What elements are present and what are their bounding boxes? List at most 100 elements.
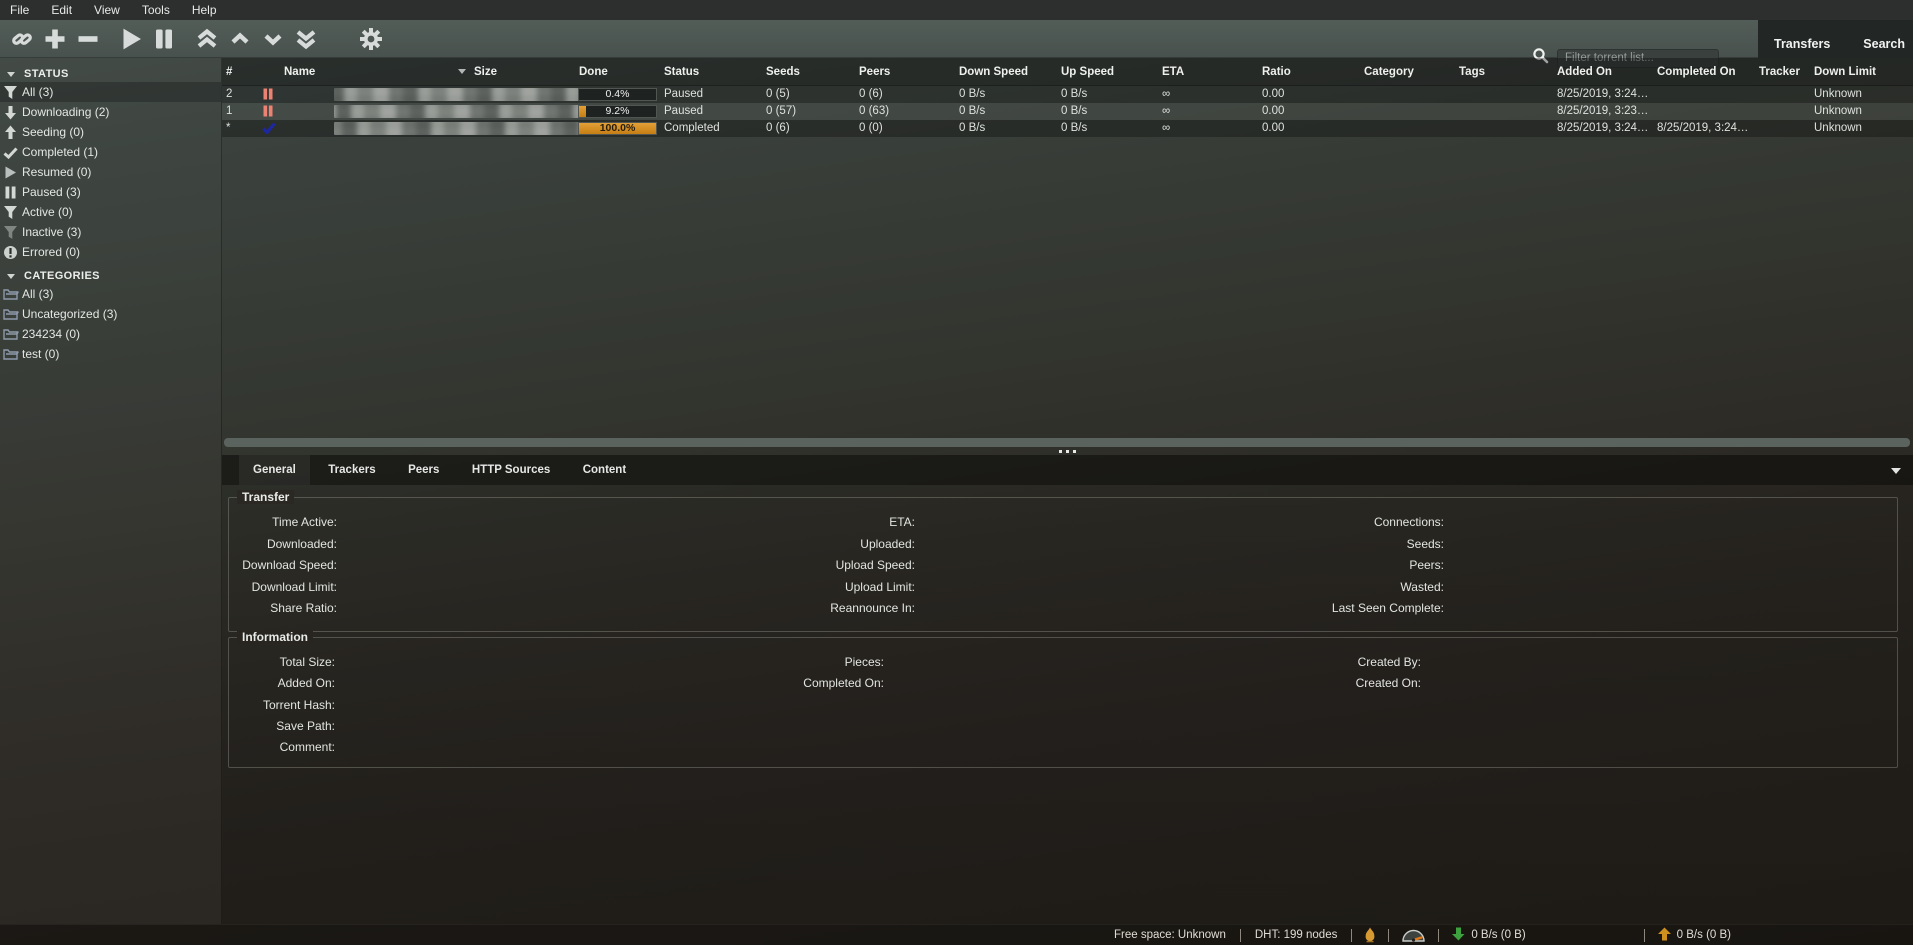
increase-priority-button[interactable] [226, 26, 253, 52]
paused-icon [262, 88, 274, 103]
sort-descending-icon [458, 69, 466, 74]
tab-transfers[interactable]: Transfers [1774, 37, 1830, 51]
col-done[interactable]: Done [575, 58, 660, 85]
progress-bar: 0.4% [578, 88, 657, 101]
resumed-play-icon [3, 165, 18, 180]
col-down-speed[interactable]: Down Speed [955, 58, 1057, 85]
col-name[interactable]: Name [280, 58, 470, 85]
transfer-labels-col1: Time Active: Downloaded: Download Speed:… [242, 512, 337, 620]
col-down-limit[interactable]: Down Limit [1810, 58, 1913, 85]
col-category[interactable]: Category [1360, 58, 1455, 85]
information-labels-col2: Pieces: Completed On: [803, 652, 884, 695]
tab-peers[interactable]: Peers [394, 455, 453, 485]
global-upload-speed[interactable]: 0 B/s (0 B) [1658, 927, 1731, 944]
add-torrent-button[interactable] [41, 26, 68, 52]
col-eta[interactable]: ETA [1158, 58, 1258, 85]
col-tags[interactable]: Tags [1455, 58, 1553, 85]
panel-collapse-chevron-icon[interactable] [1891, 468, 1901, 474]
divider [1388, 929, 1389, 942]
menu-edit[interactable]: Edit [40, 3, 83, 17]
sidebar: STATUS All (3) Downloading (2) Seeding (… [0, 58, 222, 924]
top-priority-button[interactable] [193, 26, 220, 52]
sidebar-filter-completed[interactable]: Completed (1) [0, 142, 221, 162]
folder-icon [3, 307, 18, 322]
options-button[interactable] [357, 26, 384, 52]
global-download-speed[interactable]: 0 B/s (0 B) [1452, 927, 1525, 944]
delete-icon [76, 27, 100, 51]
sidebar-filter-downloading[interactable]: Downloading (2) [0, 102, 221, 122]
menu-bar: File Edit View Tools Help [0, 0, 1913, 20]
connection-status-flame-icon[interactable] [1364, 927, 1376, 943]
transfer-fieldset: Transfer Time Active: Downloaded: Downlo… [228, 497, 1898, 632]
sidebar-filter-paused[interactable]: Paused (3) [0, 182, 221, 202]
horizontal-scrollbar[interactable] [224, 438, 1910, 447]
sidebar-filter-active[interactable]: Active (0) [0, 202, 221, 222]
dht-nodes-label: DHT: 199 nodes [1255, 929, 1337, 941]
sidebar-category-uncategorized[interactable]: Uncategorized (3) [0, 304, 221, 324]
downloading-arrow-icon [3, 105, 18, 120]
table-row[interactable]: 1 9.2% Paused 0 (57) 0 (63) 0 B/s 0 B/s … [222, 103, 1913, 120]
status-section-header[interactable]: STATUS [0, 66, 221, 82]
sidebar-filter-errored[interactable]: Errored (0) [0, 242, 221, 262]
divider [1644, 929, 1645, 942]
col-up-speed[interactable]: Up Speed [1057, 58, 1158, 85]
col-status[interactable]: Status [660, 58, 762, 85]
increase-priority-icon [229, 28, 251, 50]
torrent-name-redacted [280, 120, 470, 137]
col-size[interactable]: Size [470, 58, 575, 85]
sidebar-filter-inactive[interactable]: Inactive (3) [0, 222, 221, 242]
table-row[interactable]: 2 0.4% Paused 0 (5) 0 (6) 0 B/s 0 B/s ∞ … [222, 86, 1913, 103]
delete-torrent-button[interactable] [74, 26, 101, 52]
menu-tools[interactable]: Tools [131, 3, 181, 17]
add-torrent-link-button[interactable] [8, 26, 35, 52]
table-row[interactable]: * 100.0% Completed 0 (6) 0 (0) 0 B/s 0 B… [222, 120, 1913, 137]
toolbar [0, 20, 1913, 58]
alt-speed-gauge-icon[interactable] [1401, 928, 1426, 942]
pause-button[interactable] [150, 26, 177, 52]
col-number[interactable]: # [222, 58, 250, 85]
sidebar-category-all[interactable]: All (3) [0, 284, 221, 304]
decrease-priority-icon [262, 28, 284, 50]
main-area: # Name Size Done Status Seeds Peers Down… [222, 58, 1913, 924]
sidebar-filter-seeding[interactable]: Seeding (0) [0, 122, 221, 142]
menu-view[interactable]: View [83, 3, 131, 17]
panel-splitter-handle[interactable] [222, 447, 1913, 455]
folder-icon [3, 287, 18, 302]
resume-button[interactable] [117, 26, 144, 52]
col-seeds[interactable]: Seeds [762, 58, 855, 85]
progress-bar: 9.2% [578, 105, 657, 118]
categories-section-header[interactable]: CATEGORIES [0, 268, 221, 284]
col-ratio[interactable]: Ratio [1258, 58, 1360, 85]
sidebar-category-test[interactable]: test (0) [0, 344, 221, 364]
decrease-priority-button[interactable] [259, 26, 286, 52]
tab-general[interactable]: General [239, 455, 310, 485]
filter-icon [3, 85, 18, 100]
sidebar-category-234234[interactable]: 234234 (0) [0, 324, 221, 344]
col-tracker[interactable]: Tracker [1755, 58, 1810, 85]
sidebar-filter-resumed[interactable]: Resumed (0) [0, 162, 221, 182]
col-completed-on[interactable]: Completed On [1653, 58, 1755, 85]
progress-bar: 100.0% [578, 122, 657, 135]
tab-search[interactable]: Search [1863, 37, 1905, 51]
torrent-name-redacted [280, 86, 470, 103]
divider [1351, 929, 1352, 942]
col-added-on[interactable]: Added On [1553, 58, 1653, 85]
tab-content[interactable]: Content [569, 455, 640, 485]
col-state[interactable] [250, 58, 280, 85]
paused-icon [3, 185, 18, 200]
menu-help[interactable]: Help [181, 3, 228, 17]
collapse-caret-icon [7, 274, 15, 279]
tab-http-sources[interactable]: HTTP Sources [458, 455, 564, 485]
sidebar-filter-all[interactable]: All (3) [0, 82, 221, 102]
completed-check-icon [262, 122, 276, 137]
inactive-filter-icon [3, 225, 18, 240]
col-peers[interactable]: Peers [855, 58, 955, 85]
information-fieldset: Information Total Size: Added On: Torren… [228, 637, 1898, 768]
menu-file[interactable]: File [8, 3, 40, 17]
information-labels-col1: Total Size: Added On: Torrent Hash: Save… [263, 652, 335, 758]
tab-trackers[interactable]: Trackers [314, 455, 389, 485]
options-gear-icon [359, 27, 383, 51]
paused-icon [262, 105, 274, 120]
top-priority-icon [196, 28, 218, 50]
bottom-priority-button[interactable] [292, 26, 319, 52]
